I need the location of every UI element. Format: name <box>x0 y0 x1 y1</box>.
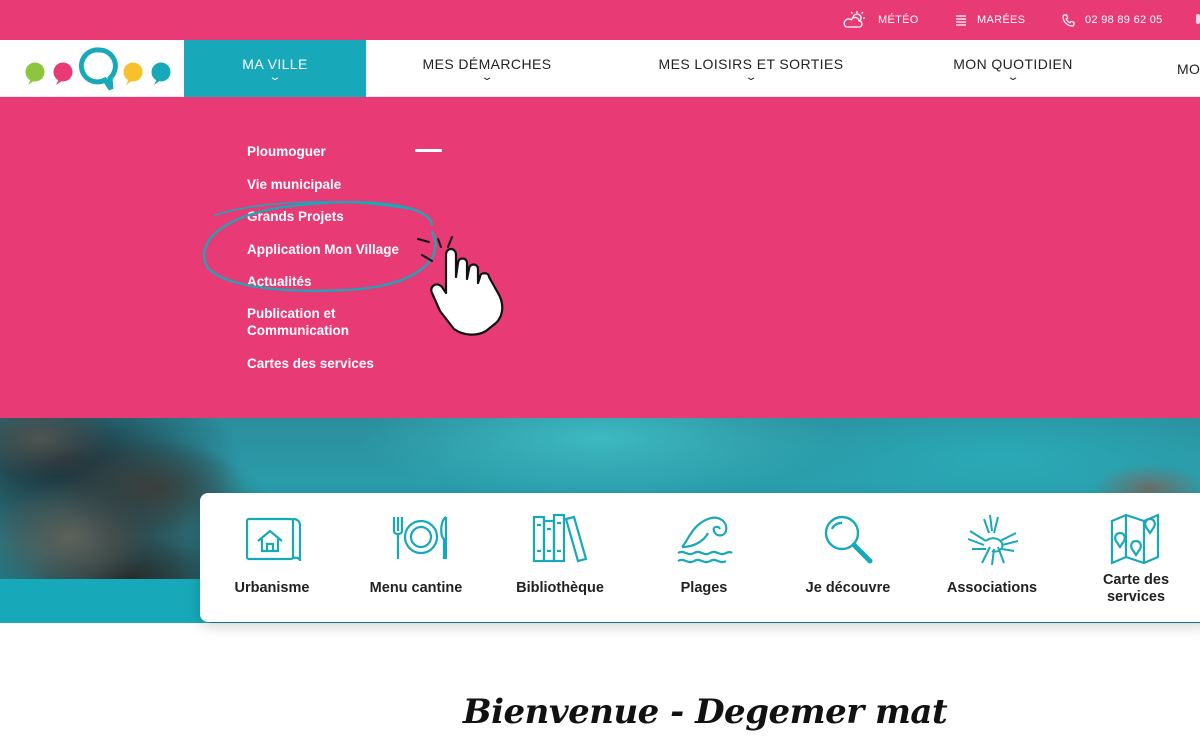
welcome-title: Bienvenue - Degemer mat <box>462 692 948 732</box>
quick-menu-cantine[interactable]: Menu cantine <box>351 493 481 622</box>
nav-mes-loisirs[interactable]: MES LOISIRS ET SORTIES ⌄ <box>630 40 872 97</box>
nav-mes-demarches[interactable]: MES DÉMARCHES ⌄ <box>387 40 587 97</box>
menu-link-cartes-services[interactable]: Cartes des services <box>247 355 374 372</box>
ma-ville-dropdown: Ploumoguer Vie municipale Grands Projets… <box>0 97 1200 418</box>
phone-link[interactable]: 02 98 89 62 05 <box>1062 0 1163 40</box>
topbar-edge-mark <box>1196 14 1200 24</box>
quick-label: Je découvre <box>805 580 891 596</box>
chevron-down-icon: ⌄ <box>479 71 495 83</box>
books-icon <box>532 513 588 563</box>
quick-label: Plages <box>680 580 728 596</box>
quick-associations[interactable]: Associations <box>927 493 1057 622</box>
quick-label: Menu cantine <box>369 580 463 596</box>
hand-cursor-icon <box>417 236 504 336</box>
phone-icon <box>1062 13 1075 27</box>
site-logo[interactable] <box>22 45 177 95</box>
quick-plages[interactable]: Plages <box>639 493 769 622</box>
quick-urbanisme[interactable]: Urbanisme <box>207 493 337 622</box>
quick-carte-services[interactable]: Carte des services <box>1071 493 1200 622</box>
weather-icon <box>842 10 868 30</box>
nav-ma-ville[interactable]: MA VILLE ⌄ <box>184 40 366 97</box>
nav-mon-quotidien[interactable]: MON QUOTIDIEN ⌄ <box>918 40 1108 97</box>
tide-icon <box>955 14 967 26</box>
urbanism-house-icon <box>245 517 302 562</box>
phone-number: 02 98 89 62 05 <box>1085 14 1163 26</box>
top-utility-bar: MÉTÉO MARÉES 02 98 89 62 05 <box>0 0 1200 40</box>
quick-je-decouvre[interactable]: Je découvre <box>783 493 913 622</box>
quick-label: Carte des services <box>1102 572 1170 605</box>
quick-bibliotheque[interactable]: Bibliothèque <box>495 493 625 622</box>
hands-icon <box>967 514 1019 566</box>
nav-label: MES LOISIRS ET SORTIES <box>658 55 844 72</box>
nav-label: MES DÉMARCHES <box>422 55 552 72</box>
meteo-label: MÉTÉO <box>878 14 919 26</box>
nav-more[interactable]: MO <box>1177 40 1200 97</box>
marees-link[interactable]: MARÉES <box>955 0 1025 40</box>
main-navigation: MA VILLE ⌄ MES DÉMARCHES ⌄ MES LOISIRS E… <box>0 40 1200 97</box>
quick-label: Associations <box>946 580 1038 596</box>
nav-label: MA VILLE <box>242 55 308 72</box>
meteo-link[interactable]: MÉTÉO <box>842 0 919 40</box>
quick-label: Bibliothèque <box>516 580 604 596</box>
chevron-down-icon: ⌄ <box>1005 71 1021 83</box>
magnifier-icon <box>824 515 873 564</box>
nav-label: MON QUOTIDIEN <box>953 55 1073 72</box>
wave-icon <box>677 516 733 564</box>
highlight-annotation <box>202 201 504 336</box>
quick-label: Urbanisme <box>234 580 310 596</box>
speech-bubbles-logo-icon <box>25 47 171 91</box>
quick-access-panel: Urbanisme Menu cantine Bibliothèque Plag <box>200 493 1200 622</box>
nav-label: MO <box>1177 60 1200 77</box>
marees-label: MARÉES <box>977 14 1026 26</box>
teal-accent-band <box>0 579 210 623</box>
welcome-section: Bienvenue - Degemer mat <box>0 692 1200 732</box>
map-pins-icon <box>1110 513 1160 565</box>
plate-cutlery-icon <box>392 516 448 559</box>
chevron-down-icon: ⌄ <box>743 71 759 83</box>
chevron-down-icon: ⌄ <box>267 71 283 83</box>
